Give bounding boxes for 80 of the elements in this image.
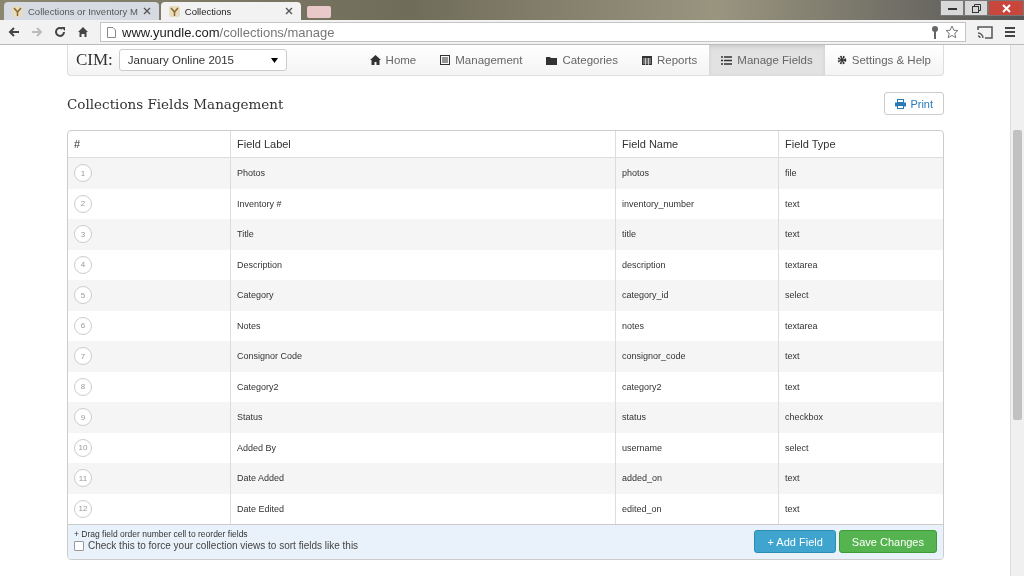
table-cell: status: [615, 402, 779, 433]
nav-item[interactable]: Management: [428, 45, 535, 75]
minimize-icon: [947, 6, 957, 10]
browser-tab[interactable]: Collections or Inventory M: [4, 2, 159, 20]
order-handle[interactable]: 10: [74, 438, 92, 457]
table-cell: Date Added: [230, 463, 616, 494]
column-header: Field Name: [615, 131, 779, 158]
order-handle[interactable]: 7: [74, 347, 92, 366]
home-icon[interactable]: [77, 26, 89, 38]
sort-checkbox[interactable]: [74, 540, 84, 551]
new-tab-button[interactable]: [306, 6, 331, 18]
favicon-icon: [12, 5, 23, 17]
table-cell: text: [778, 219, 943, 250]
close-window-button[interactable]: [988, 0, 1024, 16]
add-button[interactable]: + Add Field: [754, 530, 836, 553]
table-cell: Photos: [230, 157, 616, 189]
order-handle[interactable]: 2: [74, 194, 92, 213]
order-handle[interactable]: 8: [74, 377, 92, 396]
table-cell: text: [778, 463, 943, 494]
table-cell: Title: [230, 219, 616, 250]
order-handle[interactable]: 11: [74, 469, 92, 488]
restore-icon: [971, 3, 981, 13]
table-cell: Consignor Code: [230, 341, 616, 372]
nav-item[interactable]: Home: [357, 45, 429, 75]
cast-icon[interactable]: [977, 25, 993, 39]
order-handle[interactable]: 5: [74, 286, 92, 305]
table-cell: consignor_code: [615, 341, 779, 372]
home-icon: [369, 55, 381, 65]
order-handle[interactable]: 12: [74, 499, 92, 518]
star-icon[interactable]: [945, 25, 959, 39]
close-icon[interactable]: [284, 7, 293, 15]
caret-icon: [270, 57, 278, 63]
order-handle[interactable]: 1: [74, 164, 92, 183]
table-cell: title: [615, 219, 779, 250]
order-handle[interactable]: 9: [74, 408, 92, 427]
table-cell: file: [778, 157, 943, 189]
table-cell: added_on: [615, 463, 779, 494]
table-cell: photos: [615, 157, 779, 189]
checkbox-label: Check this to force your collection views to sort fields like this: [88, 540, 359, 551]
print-button[interactable]: Print: [884, 92, 944, 115]
printer-icon: [895, 98, 907, 109]
scrollbar-thumb[interactable]: [1013, 130, 1022, 420]
column-header: Field Type: [778, 131, 943, 158]
key-icon[interactable]: [931, 25, 939, 39]
restore-button[interactable]: [964, 0, 988, 16]
collection-select[interactable]: January Online 2015: [118, 49, 287, 71]
favicon-icon: [168, 5, 180, 17]
address-bar[interactable]: www.yundle.com/collections/manage: [100, 22, 966, 42]
nav-item[interactable]: Categories: [534, 45, 630, 75]
page-icon: [107, 26, 116, 38]
nav-item[interactable]: Settings & Help: [824, 45, 943, 75]
reload-icon[interactable]: [54, 26, 66, 38]
column-header: #: [68, 131, 231, 158]
minimize-button[interactable]: [940, 0, 964, 16]
order-handle[interactable]: 3: [74, 225, 92, 244]
table-cell: Status: [230, 402, 616, 433]
order-handle[interactable]: 4: [74, 255, 92, 274]
page-title: Collections Fields Management: [67, 95, 284, 112]
table-cell: text: [778, 341, 943, 372]
calendar-icon: [642, 55, 652, 65]
nav-item[interactable]: Reports: [630, 45, 710, 75]
table-cell: checkbox: [778, 402, 943, 433]
table-cell: Category: [230, 280, 616, 311]
table-cell: category_id: [615, 280, 779, 311]
back-icon[interactable]: [8, 26, 20, 38]
menu-icon[interactable]: [1004, 26, 1016, 38]
gear-icon: [836, 55, 847, 65]
save-button[interactable]: Save Changes: [838, 530, 937, 553]
table-cell: select: [778, 280, 943, 311]
list-box-icon: [440, 55, 451, 65]
close-icon[interactable]: [142, 7, 151, 15]
brand-label: CIM:: [76, 50, 113, 70]
column-header: Field Label: [230, 131, 616, 158]
close-icon: [1001, 3, 1011, 13]
browser-tab[interactable]: Collections: [160, 2, 301, 20]
folder-icon: [546, 55, 558, 65]
list-icon: [721, 55, 733, 65]
order-handle[interactable]: 6: [74, 316, 92, 335]
hint-text: + Drag field order number cell to reorder fields: [74, 529, 249, 539]
nav-item[interactable]: Manage Fields: [709, 45, 825, 75]
